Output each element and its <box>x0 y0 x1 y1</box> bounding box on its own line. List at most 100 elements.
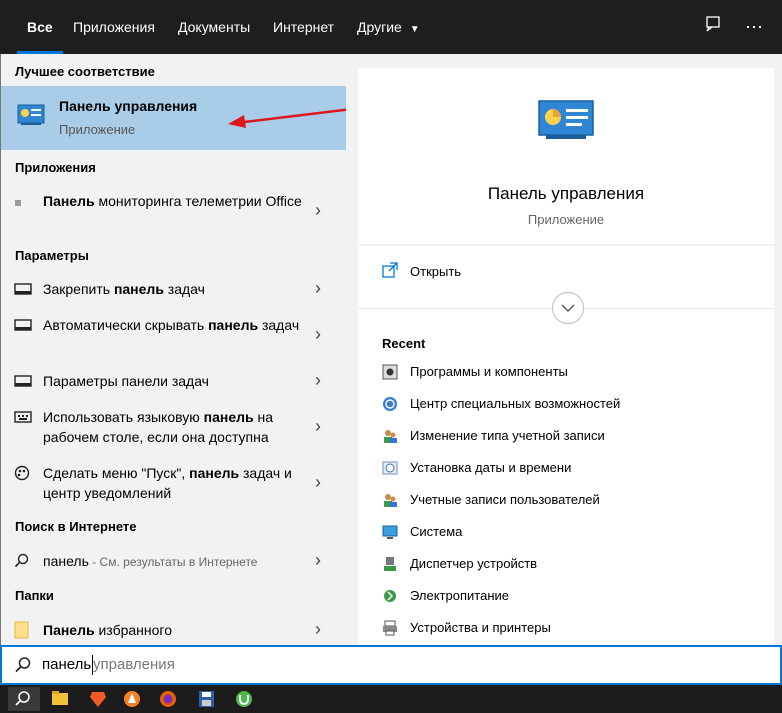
recent-label: Программы и компоненты <box>410 364 568 379</box>
chevron-right-icon: › <box>315 278 321 298</box>
preview-card: Панель управления Приложение <box>358 68 774 244</box>
item-label: Сделать меню "Пуск", <box>43 465 190 481</box>
open-icon <box>382 262 398 281</box>
recent-label: Центр специальных возможностей <box>410 396 621 411</box>
item-label: Параметры панели задач <box>43 373 209 389</box>
brave-icon[interactable] <box>84 687 112 711</box>
search-icon <box>14 553 32 568</box>
keyboard-icon <box>14 410 32 424</box>
item-label: мониторинга телеметрии Office <box>94 193 302 209</box>
recent-item[interactable]: Система <box>382 522 762 542</box>
item-bold: панель <box>208 317 259 333</box>
list-item[interactable]: Автоматически скрывать панель задач › <box>1 314 347 358</box>
taskbar-settings-icon <box>14 282 32 296</box>
search-autocomplete: управления <box>93 656 175 673</box>
folder-icon <box>14 621 32 639</box>
tab-other[interactable]: Другие ▼ <box>357 0 420 54</box>
best-match-header: Лучшее соответствие <box>15 64 155 79</box>
recent-label: Учетные записи пользователей <box>410 492 600 507</box>
utorrent-icon[interactable] <box>230 687 258 711</box>
file-explorer-icon[interactable] <box>46 687 74 711</box>
palette-icon <box>14 465 32 481</box>
power-icon <box>382 588 398 604</box>
list-item[interactable]: Панель мониторинга телеметрии Office › <box>1 190 347 234</box>
firefox-icon[interactable] <box>154 687 182 711</box>
item-label: задач <box>163 281 205 297</box>
search-box[interactable]: панель управления <box>0 645 782 685</box>
recent-label: Система <box>410 524 463 539</box>
item-label: избранного <box>94 622 172 638</box>
search-icon <box>15 691 30 706</box>
web-query: панель <box>43 553 89 569</box>
recent-item[interactable]: Электропитание <box>382 586 762 606</box>
list-item[interactable]: Параметры панели задач › <box>1 370 347 392</box>
clock-icon <box>382 460 398 476</box>
device-manager-icon <box>382 556 398 572</box>
best-match-title: Панель управления <box>59 98 198 114</box>
tab-all[interactable]: Все <box>17 0 63 54</box>
recent-item[interactable]: Центр специальных возможностей <box>382 394 762 414</box>
open-label: Открыть <box>410 264 462 279</box>
list-item[interactable]: Закрепить панель задач › <box>1 278 347 300</box>
recent-item[interactable]: Учетные записи пользователей <box>382 490 762 510</box>
item-bold: панель <box>113 281 164 297</box>
recent-item[interactable]: Устройства и принтеры <box>382 618 762 638</box>
web-suffix: - См. результаты в Интернете <box>88 555 258 569</box>
web-search-header: Поиск в Интернете <box>15 519 137 534</box>
settings-header: Параметры <box>15 248 89 263</box>
list-item[interactable]: Использовать языковую панель на рабочем … <box>1 406 347 450</box>
item-label: Закрепить <box>43 281 114 297</box>
programs-icon <box>382 364 398 380</box>
tab-internet[interactable]: Интернет <box>273 0 334 54</box>
tab-apps[interactable]: Приложения <box>73 0 155 54</box>
search-icon <box>14 656 32 679</box>
tab-documents[interactable]: Документы <box>178 0 250 54</box>
web-search-item[interactable]: панель - См. результаты в Интернете › <box>1 550 347 572</box>
folders-header: Папки <box>15 588 54 603</box>
monitor-icon <box>382 524 398 540</box>
preview-title: Панель управления <box>487 184 645 203</box>
recent-item[interactable]: Программы и компоненты <box>382 362 762 382</box>
chevron-right-icon: › <box>315 550 321 570</box>
chevron-right-icon: › <box>315 200 321 220</box>
recent-item[interactable]: Изменение типа учетной записи <box>382 426 762 446</box>
control-panel-icon <box>17 104 45 131</box>
feedback-icon[interactable] <box>700 14 726 40</box>
item-bold: Панель <box>43 622 95 638</box>
recent-label: Устройства и принтеры <box>410 620 551 635</box>
taskbar-settings-icon <box>14 374 32 388</box>
taskbar-search-button[interactable] <box>8 687 40 711</box>
actions-card: Открыть Recent Программы и компоненты Це… <box>358 246 774 646</box>
search-tabs-bar: Все Приложения Документы Интернет Другие… <box>0 0 782 54</box>
item-label: Использовать языковую <box>43 409 204 425</box>
list-item[interactable]: Панель избранного › <box>1 619 347 641</box>
recent-item[interactable]: Диспетчер устройств <box>382 554 762 574</box>
chevron-right-icon: › <box>315 472 321 492</box>
more-icon[interactable]: ⋯ <box>741 14 767 40</box>
chevron-right-icon: › <box>315 324 321 344</box>
search-input[interactable]: панель <box>42 656 91 673</box>
floppy-icon[interactable] <box>192 687 220 711</box>
recent-item[interactable]: Установка даты и времени <box>382 458 762 478</box>
telemetry-icon <box>14 196 32 210</box>
recent-label: Диспетчер устройств <box>410 556 538 571</box>
chevron-right-icon: › <box>315 370 321 390</box>
chevron-down-icon <box>561 304 575 312</box>
taskbar <box>0 685 782 713</box>
users-icon <box>382 428 398 444</box>
recent-header: Recent <box>382 336 426 351</box>
expand-button[interactable] <box>552 292 584 324</box>
printer-icon <box>382 620 398 636</box>
item-bold: панель <box>203 409 254 425</box>
apps-header: Приложения <box>15 160 96 175</box>
chevron-right-icon: › <box>315 416 321 436</box>
accessibility-icon <box>382 396 398 412</box>
list-item[interactable]: Сделать меню "Пуск", панель задач и цент… <box>1 462 347 506</box>
item-bold: Панель <box>43 193 95 209</box>
tab-other-label: Другие <box>357 19 402 35</box>
item-label: задач <box>258 317 300 333</box>
item-label: Автоматически скрывать <box>43 317 209 333</box>
users-icon <box>382 492 398 508</box>
recent-label: Изменение типа учетной записи <box>410 428 605 443</box>
avast-icon[interactable] <box>118 687 146 711</box>
